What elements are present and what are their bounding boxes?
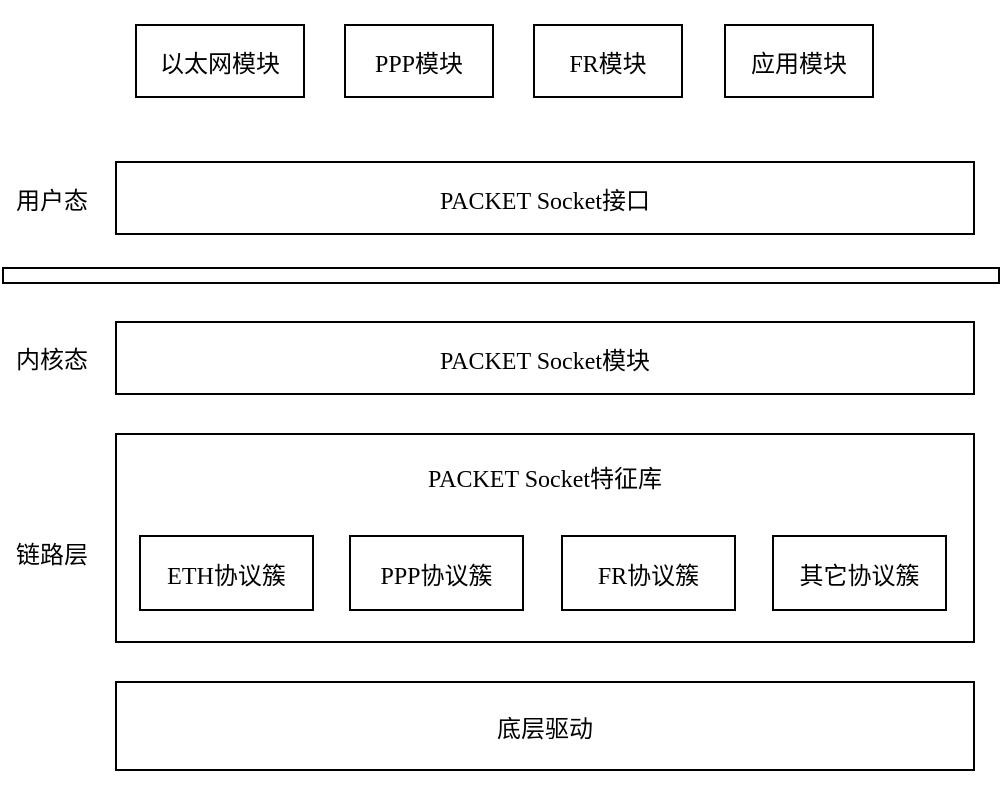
packet-socket-interface-label: PACKET Socket接口 xyxy=(440,181,650,216)
bottom-driver-label: 底层驱动 xyxy=(497,709,593,744)
fr-protocol-cluster-box: FR协议簇 xyxy=(561,535,736,611)
bottom-driver-box: 底层驱动 xyxy=(115,681,975,771)
eth-protocol-cluster-label: ETH协议簇 xyxy=(167,556,286,591)
packet-socket-feature-lib-box: PACKET Socket特征库 ETH协议簇 PPP协议簇 FR协议簇 其它协… xyxy=(115,433,975,643)
other-protocol-cluster-box: 其它协议簇 xyxy=(772,535,947,611)
packet-socket-module-label: PACKET Socket模块 xyxy=(440,341,650,376)
ppp-module-label: PPP模块 xyxy=(375,44,463,79)
ppp-module-box: PPP模块 xyxy=(344,24,494,98)
ethernet-module-label: 以太网模块 xyxy=(160,44,280,79)
eth-protocol-cluster-box: ETH协议簇 xyxy=(139,535,314,611)
fr-module-box: FR模块 xyxy=(533,24,683,98)
packet-socket-module-box: PACKET Socket模块 xyxy=(115,321,975,395)
fr-module-label: FR模块 xyxy=(569,44,646,79)
app-module-box: 应用模块 xyxy=(724,24,874,98)
user-mode-label: 用户态 xyxy=(2,183,102,213)
other-protocol-cluster-label: 其它协议簇 xyxy=(800,556,920,591)
app-module-label: 应用模块 xyxy=(751,44,847,79)
mode-divider xyxy=(2,267,1000,284)
fr-protocol-cluster-label: FR协议簇 xyxy=(598,556,699,591)
ppp-protocol-cluster-label: PPP协议簇 xyxy=(380,556,492,591)
link-layer-label: 链路层 xyxy=(2,537,102,567)
ethernet-module-box: 以太网模块 xyxy=(135,24,305,98)
architecture-diagram: 以太网模块 PPP模块 FR模块 应用模块 用户态 PACKET Socket接… xyxy=(0,0,1000,802)
ppp-protocol-cluster-box: PPP协议簇 xyxy=(349,535,524,611)
packet-socket-feature-lib-label: PACKET Socket特征库 xyxy=(117,459,973,494)
kernel-mode-label: 内核态 xyxy=(2,342,102,372)
packet-socket-interface-box: PACKET Socket接口 xyxy=(115,161,975,235)
